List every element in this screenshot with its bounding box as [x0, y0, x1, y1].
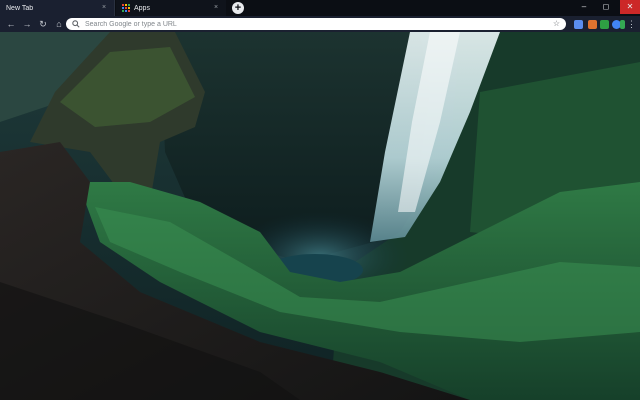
tab-label: New Tab — [6, 4, 34, 12]
browser-toolbar: ← → ↻ ⌂ ☆ ⋮ — [0, 16, 640, 32]
maximize-button[interactable]: ◻ — [596, 0, 616, 14]
new-tab-button[interactable]: + — [232, 2, 244, 14]
extension-1-icon[interactable] — [574, 20, 583, 29]
tab-new-tab[interactable]: New Tab × — [0, 0, 115, 16]
minimize-button[interactable]: ‒ — [574, 0, 594, 14]
forward-button[interactable]: → — [20, 17, 34, 31]
back-button[interactable]: ← — [4, 17, 18, 31]
close-icon[interactable]: × — [100, 4, 108, 12]
waterfall-landscape-image — [0, 32, 640, 400]
extension-3-icon[interactable] — [600, 20, 609, 29]
tab-label: Apps — [134, 4, 150, 12]
tab-apps[interactable]: Apps × — [116, 0, 226, 16]
search-icon — [72, 20, 80, 28]
window-close-button[interactable]: ✕ — [620, 0, 640, 14]
tab-strip: New Tab × Apps × + ‒ ◻ ✕ — [0, 0, 640, 16]
extension-2-icon[interactable] — [588, 20, 597, 29]
omnibox[interactable]: ☆ — [66, 18, 566, 30]
apps-grid-icon — [122, 4, 130, 12]
extension-5-icon[interactable] — [620, 20, 625, 29]
background-wallpaper — [0, 32, 640, 400]
menu-icon[interactable]: ⋮ — [627, 19, 636, 29]
reload-button[interactable]: ↻ — [36, 17, 50, 31]
home-button[interactable]: ⌂ — [52, 17, 66, 31]
close-icon[interactable]: × — [212, 4, 220, 12]
address-input[interactable] — [85, 19, 553, 29]
bookmark-star-icon[interactable]: ☆ — [553, 19, 560, 29]
